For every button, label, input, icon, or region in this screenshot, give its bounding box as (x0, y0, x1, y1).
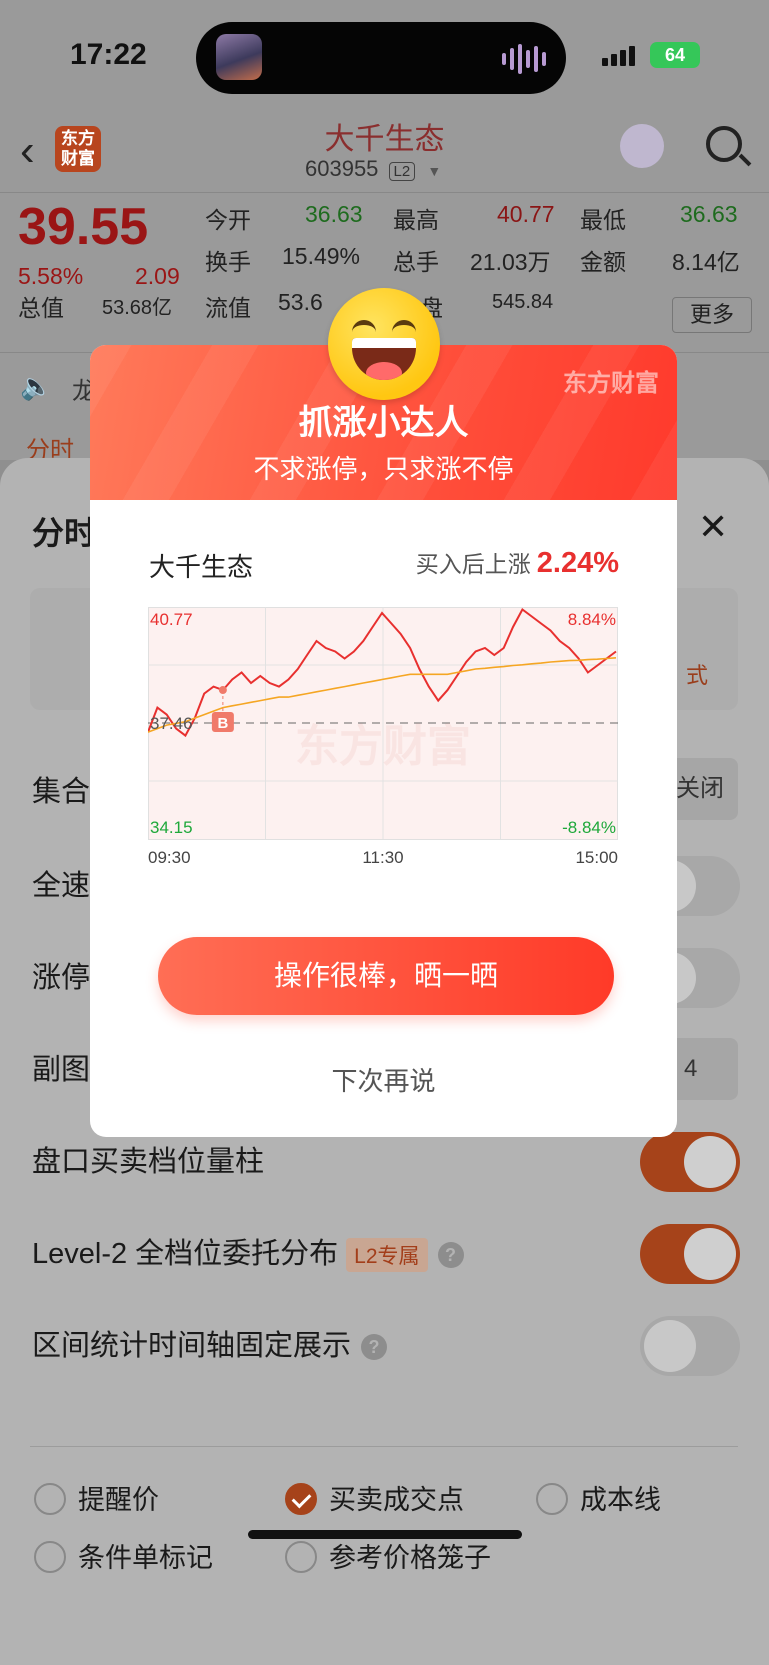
sheet-title: 分时 (32, 515, 97, 551)
row-subchart-label: 副图 (32, 1054, 91, 1086)
mktcap-value: 53.68亿 (102, 297, 173, 319)
row-auction-label: 集合 (32, 776, 91, 808)
y-axis-mid-label: 37.46 (150, 714, 193, 733)
level2-toggle[interactable] (640, 1224, 740, 1284)
volume-value: 21.03万 (470, 249, 551, 275)
last-price: 39.55 (18, 198, 149, 256)
rise-label-text: 买入后上涨 (415, 551, 531, 577)
radio-unchecked (34, 1482, 66, 1515)
section-divider (30, 1446, 738, 1447)
search-icon[interactable] (706, 126, 742, 162)
option-label: 提醒价 (78, 1485, 159, 1515)
amount-label: 金额 (580, 249, 626, 275)
mktcap-label: 总值 (18, 295, 64, 321)
popup-subtitle: 不求涨停，只求涨不停 (253, 454, 514, 484)
turnover-label: 换手 (205, 249, 251, 275)
emoji-mouth (352, 338, 416, 380)
assistant-robot-icon[interactable] (620, 124, 664, 168)
high-value: 40.77 (497, 201, 555, 227)
radio-unchecked (536, 1482, 568, 1515)
stock-code[interactable]: 603955 L2 ▼ (305, 156, 441, 182)
level2-label-text: Level-2 全档位委托分布 (32, 1238, 339, 1270)
rise-after-buy: 买入后上涨 2.24% (416, 545, 619, 580)
extra-value: 545.84 (492, 291, 554, 313)
y-axis-top-label: 40.77 (150, 610, 193, 629)
display-mode-suffix: 式 (685, 663, 708, 688)
turnover-value: 15.49% (282, 243, 361, 269)
option-label: 参考价格笼子 (329, 1543, 491, 1573)
row-level2-label: Level-2 全档位委托分布 L2专属? (32, 1230, 464, 1273)
option-label: 成本线 (580, 1485, 661, 1515)
help-icon[interactable]: ? (437, 1242, 464, 1269)
rise-value: 2.24% (536, 547, 619, 579)
laughing-emoji-icon (328, 288, 440, 400)
float-label: 流值 (205, 295, 251, 321)
intraday-chart: B 东方财富 40.77 37.46 34.15 8.84% -8.84% 09:30 11:3… (148, 607, 618, 867)
x-axis-tick-label: 11:30 (362, 848, 403, 867)
chart-watermark: 东方财富 (295, 722, 471, 771)
option-label: 买卖成交点 (329, 1485, 464, 1515)
change-percent: 5.58% (18, 263, 84, 289)
buy-marker-label: B (217, 715, 228, 732)
more-button[interactable]: 更多 (672, 297, 752, 333)
clock: 17:22 (70, 38, 147, 71)
row-fullspeed-label: 全速 (32, 870, 91, 902)
l2-exclusive-badge: L2专属 (346, 1238, 428, 1273)
row-limitup-label: 涨停 (32, 962, 91, 994)
dismiss-later-button[interactable]: 下次再说 (90, 1061, 677, 1098)
home-indicator (248, 1530, 522, 1539)
high-label: 最高 (393, 207, 439, 233)
emoji-eye (392, 320, 416, 334)
row-timeaxis-label: 区间统计时间轴固定展示? (32, 1322, 388, 1364)
emoji-eye (352, 320, 376, 334)
close-icon[interactable]: ✕ (698, 506, 728, 548)
radio-checked-icon (285, 1482, 317, 1515)
amount-value: 8.14亿 (672, 249, 740, 275)
chevron-down-icon: ▼ (427, 163, 442, 179)
open-label: 今开 (205, 207, 251, 233)
option-cost-line[interactable]: 成本线 (536, 1478, 661, 1518)
battery-indicator: 64 (650, 42, 700, 68)
y-axis-bottom-label: 34.15 (150, 818, 193, 837)
x-axis-tick-label: 15:00 (575, 848, 618, 867)
dynamic-island[interactable] (196, 22, 566, 94)
popup-title: 抓涨小达人 (298, 404, 469, 442)
share-popup: 东方财富 抓涨小达人 不求涨停，只求涨不停 大千生态 买入后上涨 2.24% B 东… (90, 345, 677, 1137)
now-playing-artwork (216, 34, 262, 80)
speaker-icon: 🔈 (20, 371, 53, 401)
low-label: 最低 (580, 207, 626, 233)
share-button[interactable]: 操作很棒，晒一晒 (158, 937, 614, 1015)
buy-point (218, 686, 227, 695)
low-value: 36.63 (680, 201, 738, 227)
open-value: 36.63 (305, 201, 363, 227)
change-amount: 2.09 (135, 263, 180, 289)
timeaxis-toggle[interactable] (640, 1316, 740, 1376)
signal-icon (602, 46, 635, 66)
l2-tag: L2 (388, 162, 416, 181)
volume-label: 总手 (393, 249, 439, 275)
depth-bars-toggle[interactable] (640, 1132, 740, 1192)
option-price-cage[interactable]: 参考价格笼子 (285, 1536, 491, 1576)
option-trade-points[interactable]: 买卖成交点 (285, 1478, 464, 1518)
pct-bottom-label: -8.84% (562, 818, 616, 837)
status-bar: 17:22 64 (0, 0, 769, 112)
stock-nav-bar: ‹ 东方 财富 大千生态 603955 L2 ▼ (0, 112, 769, 192)
row-depth-bars-label: 盘口买卖档位量柱 (32, 1146, 265, 1178)
pct-top-label: 8.84% (568, 610, 616, 629)
radio-unchecked (34, 1540, 66, 1573)
option-alert-price[interactable]: 提醒价 (34, 1478, 159, 1518)
chart-stock-name: 大千生态 (149, 552, 254, 582)
help-icon[interactable]: ? (361, 1334, 388, 1361)
option-conditional-order[interactable]: 条件单标记 (34, 1536, 213, 1576)
radio-unchecked (285, 1540, 317, 1573)
float-value: 53.6 (278, 289, 323, 315)
stock-code-text: 603955 (305, 156, 379, 181)
option-label: 条件单标记 (78, 1543, 213, 1573)
x-axis-tick-label: 09:30 (148, 848, 191, 867)
brand-watermark: 东方财富 (563, 370, 659, 397)
audio-wave-icon (502, 44, 546, 74)
timeaxis-label-text: 区间统计时间轴固定展示 (32, 1330, 352, 1362)
